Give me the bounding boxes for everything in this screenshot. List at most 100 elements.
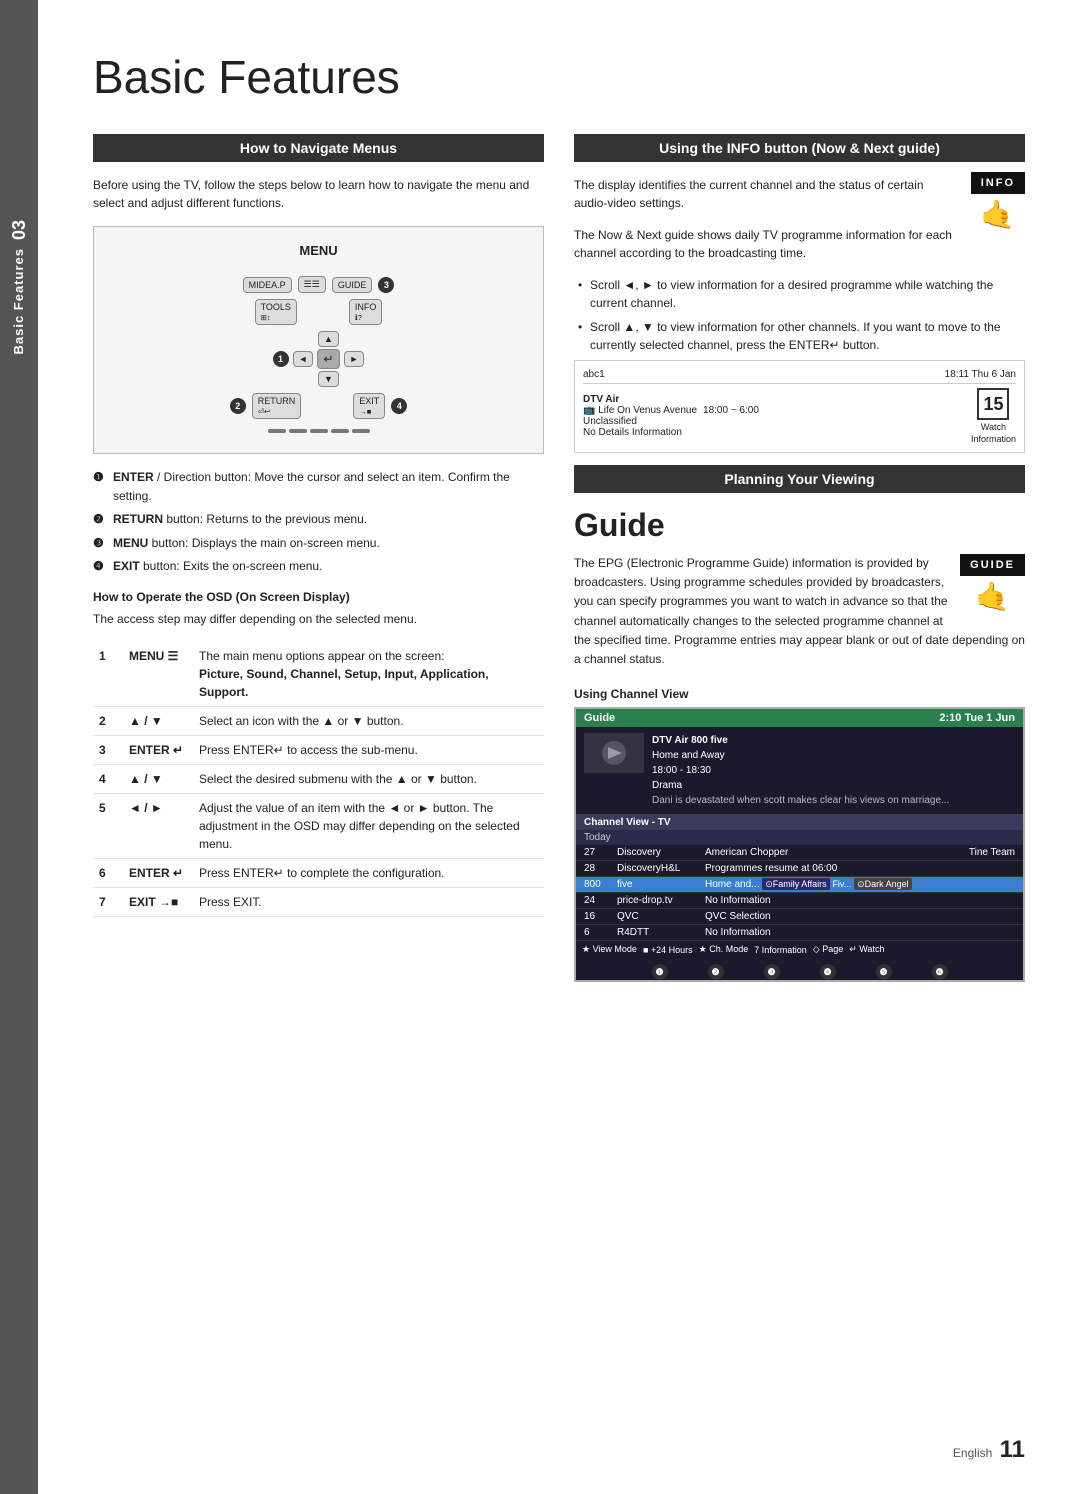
rd-decorative-lines (268, 429, 370, 433)
rd-row-top: MIDEA.P ☰☰ GUIDE 3 (243, 276, 395, 293)
cv-row-27-extra: Tine Team (945, 847, 1015, 858)
rd-row-tools: TOOLS⊞↕ INFOℹ? (255, 299, 383, 325)
rd-exit-btn: EXIT→■ (353, 393, 385, 419)
step-desc-2: Select an icon with the ▲ or ▼ button. (193, 706, 544, 735)
guide-hand-icon: 🤙 (960, 580, 1025, 613)
cv-row-16-num: 16 (584, 911, 609, 922)
left-column: How to Navigate Menus Before using the T… (93, 134, 544, 982)
cv-show-time: 18:00 - 18:30 (652, 763, 949, 778)
guide-button-label: GUIDE (960, 554, 1025, 576)
side-tab-label: Basic Features (10, 248, 28, 355)
step-desc-4: Select the desired submenu with the ▲ or… (193, 764, 544, 793)
info-box: abc1 18:11 Thu 6 Jan DTV Air 📺 Life On V… (574, 360, 1025, 453)
step-num-2: 2 (93, 706, 123, 735)
info-intro: The display identifies the current chann… (574, 176, 1025, 212)
cv-row-28-prog: Programmes resume at 06:00 (705, 863, 937, 874)
table-row: 2 ▲ / ▼ Select an icon with the ▲ or ▼ b… (93, 706, 544, 735)
step-num-1: 1 (93, 642, 123, 707)
hand-icon: 🤙 (971, 198, 1025, 231)
cv-row-28-num: 28 (584, 863, 609, 874)
cv-show-subtitle: Home and Away (652, 748, 949, 763)
cv-row-24-prog: No Information (705, 895, 1015, 906)
rd-guide-btn: GUIDE (332, 277, 373, 293)
step-icon-4: ▲ / ▼ (123, 764, 193, 793)
cv-row-27-prog: American Chopper (705, 847, 937, 858)
cv-row-28-extra (945, 863, 1015, 874)
cv-badge-5: ❺ (876, 964, 892, 980)
cv-row-28: 28 DiscoveryH&L Programmes resume at 06:… (576, 861, 1023, 877)
cv-list-header-text: Channel View - TV (584, 817, 671, 828)
channel-view-screen: Guide 2:10 Tue 1 Jun (574, 707, 1025, 982)
info-box-unclassified: Unclassified (583, 416, 637, 427)
rd-info-btn: INFOℹ? (349, 299, 383, 325)
step-icon-5: ◄ / ► (123, 793, 193, 858)
cv-row-24-num: 24 (584, 895, 609, 906)
nav-intro: Before using the TV, follow the steps be… (93, 176, 544, 212)
step-icon-3: ENTER ↵ (123, 735, 193, 764)
osd-intro: The access step may differ depending on … (93, 610, 544, 628)
table-row: 7 EXIT →■ Press EXIT. (93, 887, 544, 916)
planning-header: Planning Your Viewing (574, 465, 1025, 493)
cv-badge-4: ❹ (820, 964, 836, 980)
cv-header: Guide 2:10 Tue 1 Jun (576, 709, 1023, 727)
cv-row-6-num: 6 (584, 927, 609, 938)
page-title: Basic Features (93, 50, 1025, 104)
bullet-enter: ENTER / Direction button: Move the curso… (93, 468, 544, 506)
cv-row-27-name: Discovery (617, 847, 697, 858)
rd-return-btn: RETURN⏎↩ (252, 393, 302, 419)
page-footer: English 11 (953, 1436, 1025, 1464)
info-box-life: 📺 Life On Venus Avenue (583, 405, 697, 416)
info-button-diagram: INFO 🤙 (971, 172, 1025, 231)
info-button-label: INFO (971, 172, 1025, 194)
step-icon-2: ▲ / ▼ (123, 706, 193, 735)
rd-tools-btn: TOOLS⊞↕ (255, 299, 297, 325)
channel-view-label: Using Channel View (574, 687, 1025, 701)
bullet-exit: EXIT button: Exits the on-screen menu. (93, 557, 544, 576)
cv-row-16: 16 QVC QVC Selection (576, 909, 1023, 925)
cv-header-right: 2:10 Tue 1 Jun (939, 712, 1015, 724)
cv-show-desc: Dani is devastated when scott makes clea… (652, 793, 949, 808)
step-num-5: 5 (93, 793, 123, 858)
cv-show-genre: Drama (652, 778, 949, 793)
cv-row-27-num: 27 (584, 847, 609, 858)
rd-row-return: 2 RETURN⏎↩ EXIT→■ 4 (230, 393, 408, 419)
info-box-time: 18:11 Thu 6 Jan (945, 369, 1016, 380)
cv-today-bar: Today (576, 830, 1023, 845)
cv-row-6-prog: No Information (705, 927, 1015, 938)
rd-row-arrows: 1 ◄ ▲ ↵ ▼ ► (273, 331, 365, 387)
cv-footer-info: 7 Information (754, 945, 807, 955)
info-box-channel-num: 15 (977, 388, 1009, 420)
remote-diagram-box: MENU MIDEA.P ☰☰ GUIDE 3 TOOLS⊞↕ (93, 226, 544, 454)
info-box-dtv: DTV Air (583, 394, 619, 405)
cv-row-800: 800 five Home and... ⊙Family Affairs Fiv… (576, 877, 1023, 893)
cv-info-panel: DTV Air 800 five Home and Away 18:00 - 1… (576, 727, 1023, 815)
cv-row-800-prog: Home and... ⊙Family Affairs Fiv... ⊙Dark… (705, 879, 1015, 890)
info-box-no-details: No Details Information (583, 427, 682, 438)
rd-right-btn: ► (344, 351, 365, 367)
table-row: 1 MENU ☰ The main menu options appear on… (93, 642, 544, 707)
rd-down-btn: ▼ (318, 371, 339, 387)
cv-row-24-name: price-drop.tv (617, 895, 697, 906)
info-box-channel-name: abc1 (583, 369, 605, 380)
side-tab-number: 03 (9, 220, 30, 240)
step-desc-6: Press ENTER↵ to complete the configurati… (193, 858, 544, 887)
nav-menus-header: How to Navigate Menus (93, 134, 544, 162)
rd-up-btn: ▲ (318, 331, 339, 347)
info-section-body: INFO 🤙 The display identifies the curren… (574, 176, 1025, 276)
step-icon-6: ENTER ↵ (123, 858, 193, 887)
step-desc-3: Press ENTER↵ to access the sub-menu. (193, 735, 544, 764)
bullet-menu: MENU button: Displays the main on-screen… (93, 534, 544, 553)
right-column: Using the INFO button (Now & Next guide)… (574, 134, 1025, 982)
cv-badge-6: ❻ (932, 964, 948, 980)
cv-footer-page: ◇ Page (813, 944, 843, 955)
cv-row-800-num: 800 (584, 879, 609, 890)
page-number: 11 (1000, 1436, 1025, 1463)
cv-row-6: 6 R4DTT No Information (576, 925, 1023, 941)
bullet-return: RETURN button: Returns to the previous m… (93, 510, 544, 529)
cv-footer-chmode: ★ Ch. Mode (699, 944, 749, 955)
cv-thumbnail (584, 733, 644, 773)
guide-title: Guide (574, 507, 1025, 544)
step-num-6: 6 (93, 858, 123, 887)
cv-badge-2: ❷ (708, 964, 724, 980)
cv-row-16-prog: QVC Selection (705, 911, 1015, 922)
